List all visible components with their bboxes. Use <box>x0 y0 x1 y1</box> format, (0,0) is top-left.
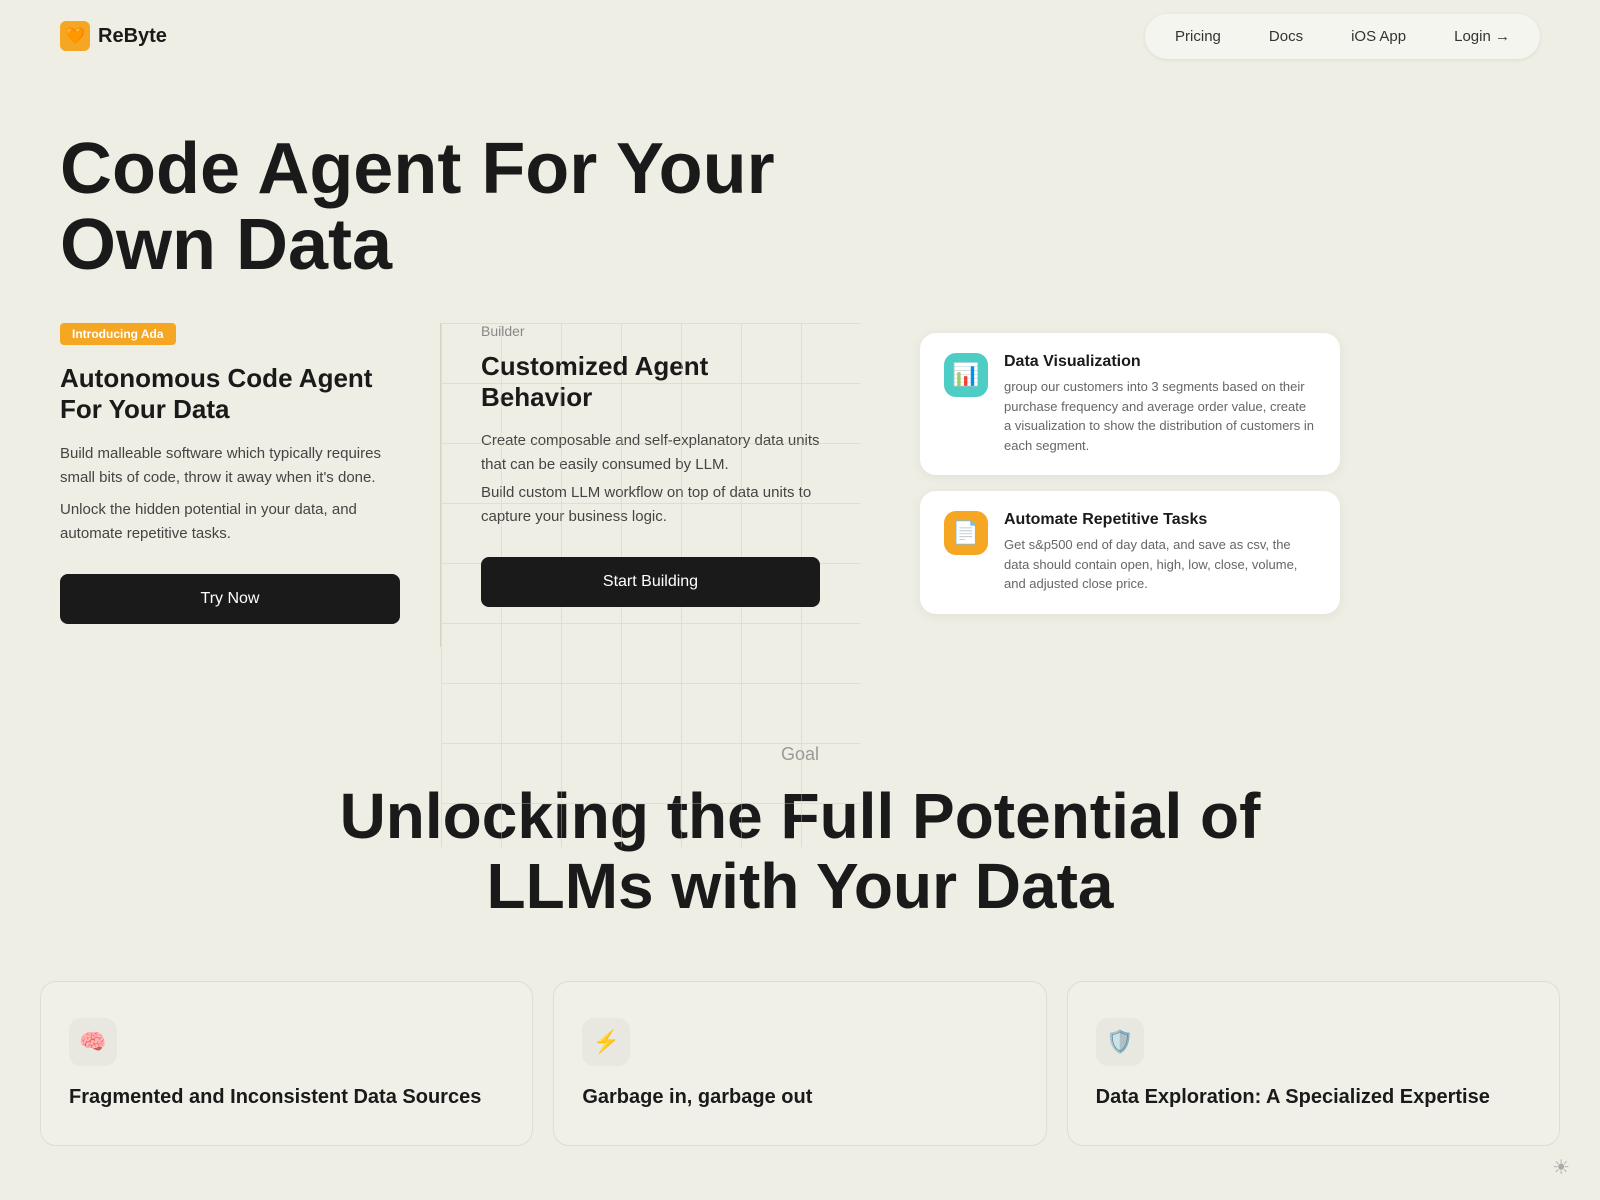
goal-title: Unlocking the Full Potential of LLMs wit… <box>300 781 1300 922</box>
hero-title: Code Agent For Your Own Data <box>60 132 810 283</box>
logo[interactable]: 🧡 ReByte <box>60 21 167 51</box>
nav-links: Pricing Docs iOS App Login → <box>1145 14 1540 59</box>
visualization-icon: 📊 <box>944 353 988 397</box>
left-card-desc2: Unlock the hidden potential in your data… <box>60 498 400 546</box>
hero-right-cards: 📊 Data Visualization group our customers… <box>860 323 1540 614</box>
visualization-desc: group our customers into 3 segments base… <box>1004 377 1316 455</box>
hero-cards-row: Introducing Ada Autonomous Code Agent Fo… <box>60 323 1540 663</box>
automate-desc: Get s&p500 end of day data, and save as … <box>1004 535 1316 594</box>
bottom-card-2: 🛡️ Data Exploration: A Specialized Exper… <box>1067 981 1560 1146</box>
hero-section: Code Agent For Your Own Data Introducing… <box>0 72 1600 664</box>
hero-left-card: Introducing Ada Autonomous Code Agent Fo… <box>60 323 440 663</box>
bottom-card-icon-2: 🛡️ <box>1096 1018 1144 1066</box>
middle-card-title: Customized Agent Behavior <box>481 351 820 413</box>
middle-card-desc1: Create composable and self-explanatory d… <box>481 429 820 477</box>
bottom-card-icon-0: 🧠 <box>69 1018 117 1066</box>
logo-icon: 🧡 <box>60 21 90 51</box>
nav-pricing[interactable]: Pricing <box>1155 20 1241 53</box>
sun-icon: ☀ <box>1552 1155 1570 1180</box>
navbar: 🧡 ReByte Pricing Docs iOS App Login → <box>0 0 1600 72</box>
nav-docs[interactable]: Docs <box>1249 20 1323 53</box>
try-now-button[interactable]: Try Now <box>60 574 400 624</box>
hero-middle-card: Builder Customized Agent Behavior Create… <box>440 323 860 647</box>
nav-ios-app[interactable]: iOS App <box>1331 20 1426 53</box>
goal-section: Goal Unlocking the Full Potential of LLM… <box>0 664 1600 982</box>
goal-label: Goal <box>60 744 1540 765</box>
nav-login[interactable]: Login → <box>1434 20 1530 53</box>
automate-content: Automate Repetitive Tasks Get s&p500 end… <box>1004 511 1316 594</box>
logo-text: ReByte <box>98 25 167 48</box>
bottom-card-1: ⚡ Garbage in, garbage out <box>553 981 1046 1146</box>
bottom-card-icon-1: ⚡ <box>582 1018 630 1066</box>
middle-card-desc2: Build custom LLM workflow on top of data… <box>481 481 820 529</box>
automate-title: Automate Repetitive Tasks <box>1004 511 1316 529</box>
bottom-card-0: 🧠 Fragmented and Inconsistent Data Sourc… <box>40 981 533 1146</box>
visualization-title: Data Visualization <box>1004 353 1316 371</box>
left-card-desc1: Build malleable software which typically… <box>60 442 400 490</box>
automate-icon: 📄 <box>944 511 988 555</box>
builder-label: Builder <box>481 323 820 339</box>
bottom-card-title-1: Garbage in, garbage out <box>582 1086 1017 1109</box>
start-building-button[interactable]: Start Building <box>481 557 820 607</box>
bottom-card-title-2: Data Exploration: A Specialized Expertis… <box>1096 1086 1531 1109</box>
feature-card-automate: 📄 Automate Repetitive Tasks Get s&p500 e… <box>920 491 1340 614</box>
visualization-content: Data Visualization group our customers i… <box>1004 353 1316 455</box>
left-card-title: Autonomous Code Agent For Your Data <box>60 363 400 425</box>
bottom-card-title-0: Fragmented and Inconsistent Data Sources <box>69 1086 504 1109</box>
feature-card-visualization: 📊 Data Visualization group our customers… <box>920 333 1340 475</box>
bottom-cards: 🧠 Fragmented and Inconsistent Data Sourc… <box>0 981 1600 1146</box>
intro-badge: Introducing Ada <box>60 323 176 345</box>
